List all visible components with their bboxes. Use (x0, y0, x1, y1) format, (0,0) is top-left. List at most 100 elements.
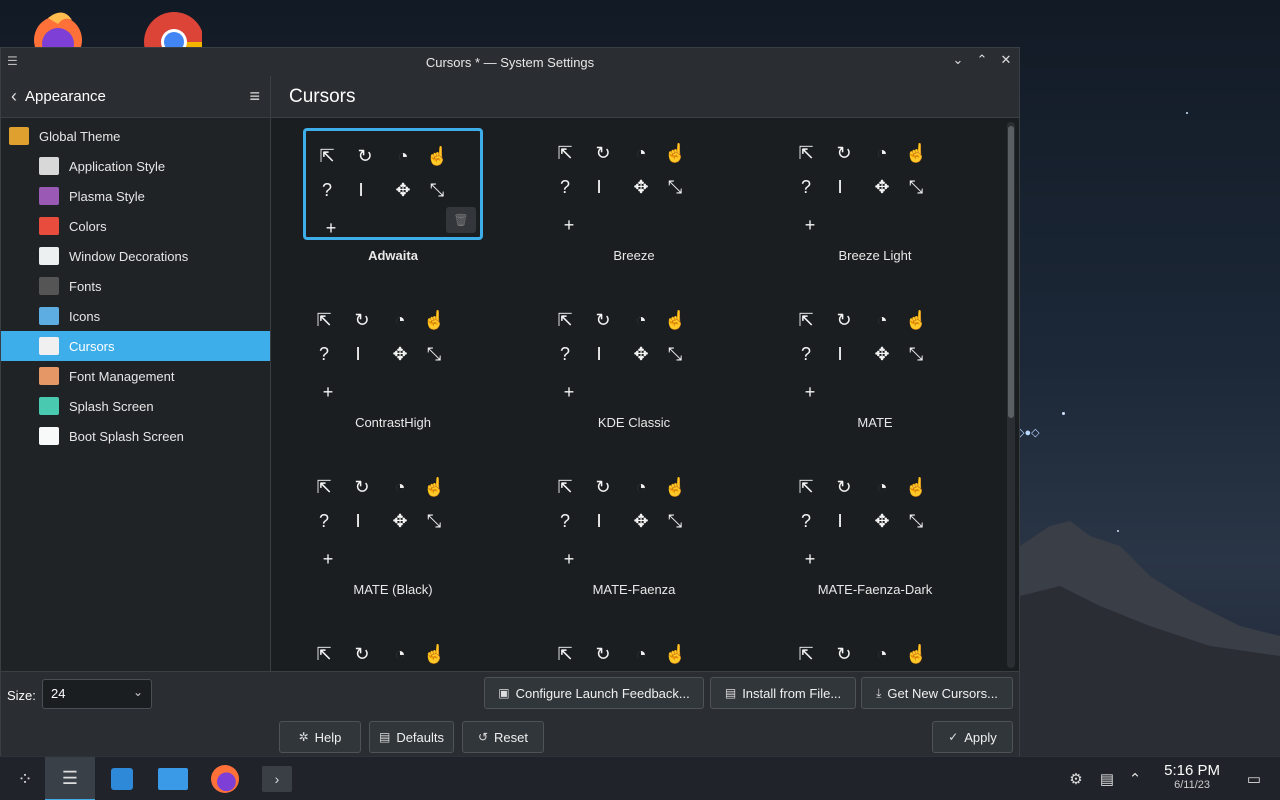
cursor-preview-icon: ? (800, 511, 811, 531)
launch-feedback-icon: ▣ (498, 686, 510, 700)
clipboard-tray-icon[interactable]: ▤ (1094, 757, 1120, 800)
cursor-preview-icon: ⇱ (798, 310, 814, 330)
cursor-preview-icon: ◔ (876, 477, 888, 497)
chevron-down-icon: ⌄ (132, 685, 143, 699)
sidebar-item-plasma-style[interactable]: Plasma Style (1, 181, 270, 211)
delete-theme-icon[interactable]: 🗑 (446, 207, 476, 233)
firefox-task-icon[interactable] (200, 757, 250, 800)
cursor-preview-icon: ↻ (354, 477, 370, 497)
cursor-preview-icon: ↻ (595, 644, 611, 664)
cursor-theme-preview[interactable]: ⇱↻◔☝?Ⅰ✥⤡+ (544, 629, 724, 671)
maximize-button[interactable]: ⌃ (975, 52, 989, 70)
cursor-preview-icon: ☝ (664, 143, 687, 163)
get-new-cursors-button[interactable]: ⤓ Get New Cursors... (861, 677, 1013, 709)
cursor-theme-preview[interactable]: ⇱ ↻ ◔ ☝? Ⅰ ✥ ⤡ + 🗑 (303, 128, 483, 240)
sidebar-item-application-style[interactable]: Application Style (1, 151, 270, 181)
cursor-preview-icon: Ⅰ (596, 511, 602, 531)
title-bar[interactable]: ☰ Cursors * — System Settings ⌄ ⌃ ✕ (1, 48, 1019, 76)
cursor-theme-preview[interactable]: ⇱↻◔☝?Ⅰ✥⤡+ (544, 128, 724, 240)
sidebar-item-icons[interactable]: Icons (1, 301, 270, 331)
cursor-theme-tile[interactable]: ⇱ ↻ ◔ ☝? Ⅰ ✥ ⤡ + ContrastHigh (303, 295, 483, 445)
clock[interactable]: 5:16 PM 6/11/23 (1164, 762, 1220, 791)
system-settings-task-icon[interactable]: ☰ (45, 757, 95, 800)
defaults-button[interactable]: ▤ Defaults (369, 721, 454, 753)
cursor-theme-preview[interactable]: ⇱↻◔☝?Ⅰ✥⤡+ (303, 629, 483, 671)
cursor-preview-icon: ⇱ (557, 477, 573, 497)
cursor-preview-icon: Ⅰ (837, 344, 843, 364)
reset-label: Reset (494, 729, 529, 745)
minimize-button[interactable]: ⌄ (951, 52, 965, 70)
cursor-preview-icon: ☝ (426, 146, 449, 166)
cursor-theme-tile[interactable]: ⇱ ↻ ◔ ☝? Ⅰ ✥ ⤡ + Breeze (544, 128, 724, 278)
cursor-theme-preview[interactable]: ⇱↻◔☝?Ⅰ✥⤡+ (785, 295, 965, 407)
cursor-theme-tile[interactable]: ⇱ ↻ ◔ ☝? Ⅰ ✥ ⤡ + MATE (Black) (303, 462, 483, 612)
sidebar: Global Theme Application Style Plasma Styl… (1, 118, 271, 671)
cursor-theme-tile[interactable]: ⇱↻◔☝?Ⅰ✥⤡+ (303, 629, 483, 671)
help-button[interactable]: ✲ Help (279, 721, 361, 753)
cursor-theme-preview[interactable]: ⇱↻◔☝?Ⅰ✥⤡+ (785, 629, 965, 671)
sidebar-item-colors[interactable]: Colors (1, 211, 270, 241)
firefox-desktop-icon[interactable] (28, 6, 88, 50)
cursor-theme-name: MATE-Faenza (592, 582, 676, 597)
cursor-theme-preview[interactable]: ⇱↻◔☝?Ⅰ✥⤡+ (785, 128, 965, 240)
window-menu-icon[interactable]: ☰ (7, 54, 21, 68)
sidebar-item-fonts[interactable]: Fonts (1, 271, 270, 301)
cursor-preview-icon: ✥ (633, 511, 649, 531)
hamburger-menu-icon[interactable]: ≡ (249, 86, 260, 107)
cursor-theme-preview[interactable]: ⇱↻◔☝?Ⅰ✥⤡+ (303, 295, 483, 407)
cursor-theme-tile[interactable]: ⇱↻◔☝?Ⅰ✥⤡+ (785, 629, 965, 671)
configure-launch-feedback-button[interactable]: ▣ Configure Launch Feedback... (484, 677, 704, 709)
cursor-preview-icon: ⤡ (426, 344, 442, 364)
cursor-theme-tile[interactable]: ⇱ ↻ ◔ ☝? Ⅰ ✥ ⤡ + MATE-Faenza (544, 462, 724, 612)
discover-store-icon[interactable] (97, 757, 147, 800)
cursor-preview-icon: ☝ (423, 310, 446, 330)
cursor-theme-tile[interactable]: ⇱ ↻ ◔ ☝? Ⅰ ✥ ⤡ + Breeze Light (785, 128, 965, 278)
cursor-preview-icon: + (563, 549, 575, 569)
back-arrow-icon[interactable]: ‹ (11, 86, 17, 107)
cursor-preview-icon: ⤡ (667, 511, 683, 531)
cursor-preview-icon: ⤡ (667, 344, 683, 364)
sidebar-item-boot-splash-screen[interactable]: Boot Splash Screen (1, 421, 270, 451)
sidebar-item-cursors[interactable]: Cursors (1, 331, 270, 361)
reset-button[interactable]: ↺ Reset (462, 721, 544, 753)
sidebar-item-splash-screen[interactable]: Splash Screen (1, 391, 270, 421)
boot-splash-screen-icon (39, 427, 59, 445)
apply-label: Apply (964, 729, 997, 745)
expand-arrow-icon[interactable]: › (252, 757, 302, 800)
cursor-theme-tile[interactable]: ⇱ ↻ ◔ ☝? Ⅰ ✥ ⤡ + MATE-Faenza-Dark (785, 462, 965, 612)
cursor-preview-icon: + (804, 382, 816, 402)
cursor-theme-preview[interactable]: ⇱↻◔☝?Ⅰ✥⤡+ (544, 462, 724, 574)
download-icon: ⤓ (876, 685, 882, 700)
cursor-theme-tile[interactable]: ⇱↻◔☝?Ⅰ✥⤡+ (544, 629, 724, 671)
cursor-theme-tile[interactable]: ⇱ ↻ ◔ ☝? Ⅰ ✥ ⤡ + 🗑 Adwaita (303, 128, 483, 278)
file-manager-icon[interactable] (148, 757, 198, 800)
install-from-file-button[interactable]: ▤ Install from File... (710, 677, 856, 709)
chrome-desktop-icon[interactable] (142, 6, 202, 50)
sidebar-item-font-management[interactable]: Font Management (1, 361, 270, 391)
help-icon: ✲ (298, 730, 309, 744)
show-desktop-icon[interactable]: ▭ (1240, 757, 1268, 800)
cursor-preview-icon: ✥ (392, 511, 408, 531)
close-button[interactable]: ✕ (999, 52, 1013, 70)
cursor-theme-tile[interactable]: ⇱ ↻ ◔ ☝? Ⅰ ✥ ⤡ + MATE (785, 295, 965, 445)
back-to-appearance-link[interactable]: Appearance (25, 88, 249, 105)
taskbar: ⁘ ☰ › ⚙ ▤ ⌃ 5:16 PM 6/11/23 ▭ (0, 756, 1280, 800)
size-label: Size: (7, 688, 36, 703)
size-dropdown[interactable]: 24 ⌄ (42, 679, 152, 709)
sidebar-item-label: Plasma Style (69, 188, 145, 204)
sidebar-item-global-theme[interactable]: Global Theme (1, 121, 270, 151)
cursor-theme-preview[interactable]: ⇱↻◔☝?Ⅰ✥⤡+ (303, 462, 483, 574)
network-tray-icon[interactable]: ⚙ (1062, 757, 1090, 800)
chevron-up-icon[interactable]: ⌃ (1124, 757, 1146, 800)
cursor-preview-icon: ☝ (905, 644, 928, 664)
cursor-preview-icon: ? (800, 177, 811, 197)
scrollbar-thumb[interactable] (1008, 126, 1014, 418)
application-launcher-icon[interactable]: ⁘ (0, 757, 50, 800)
sidebar-item-window-decorations[interactable]: Window Decorations (1, 241, 270, 271)
cursor-preview-icon: ⇱ (557, 644, 573, 664)
cursor-theme-preview[interactable]: ⇱↻◔☝?Ⅰ✥⤡+ (785, 462, 965, 574)
apply-button[interactable]: ✓ Apply (932, 721, 1013, 753)
cursor-theme-tile[interactable]: ⇱ ↻ ◔ ☝? Ⅰ ✥ ⤡ + KDE Classic (544, 295, 724, 445)
cursor-theme-preview[interactable]: ⇱↻◔☝?Ⅰ✥⤡+ (544, 295, 724, 407)
checkmark-icon: ✓ (948, 730, 959, 744)
